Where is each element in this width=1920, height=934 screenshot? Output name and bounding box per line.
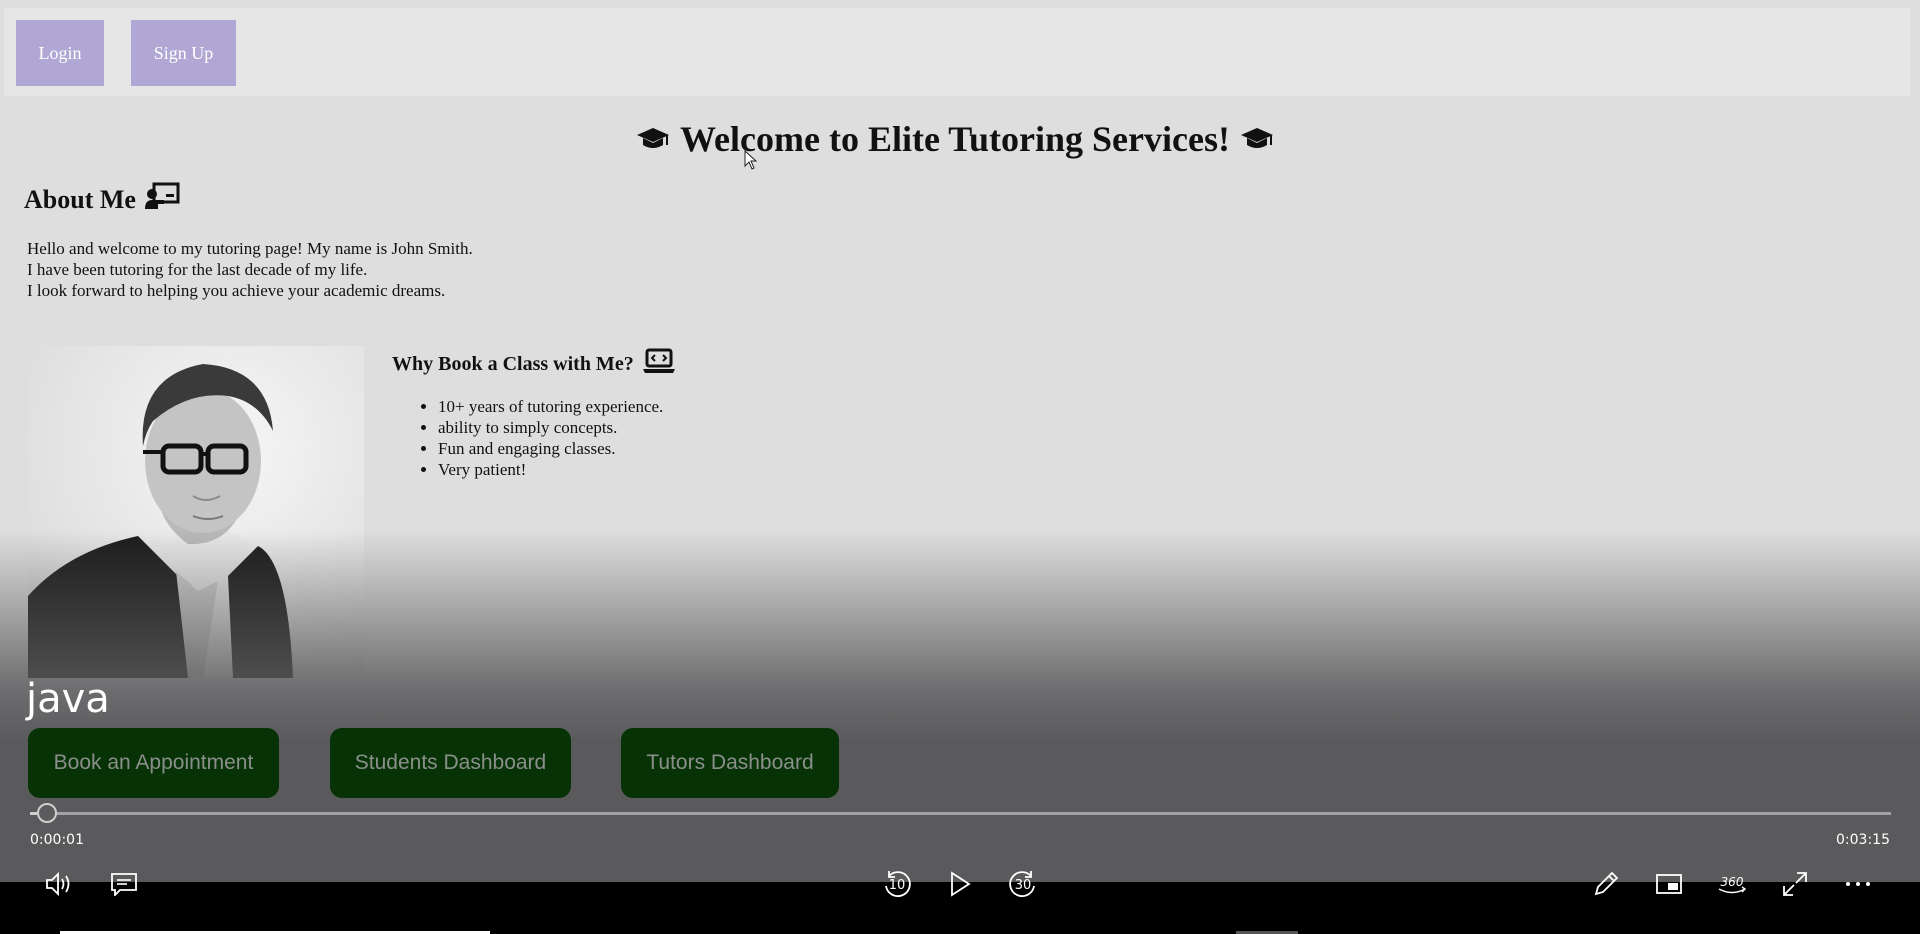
teacher-board-icon [144, 182, 180, 217]
mini-view-icon [1655, 873, 1683, 895]
pen-button[interactable] [1586, 864, 1626, 904]
list-item: Fun and engaging classes. [438, 438, 663, 459]
top-nav-bar: Login Sign Up [4, 8, 1910, 96]
forward-30-label: 30 [1014, 878, 1032, 893]
about-heading-text: About Me [24, 184, 136, 214]
more-options-button[interactable] [1838, 864, 1878, 904]
about-text: Hello and welcome to my tutoring page! M… [27, 238, 473, 301]
graduation-cap-icon [636, 126, 670, 152]
laptop-code-icon [642, 348, 676, 380]
view-360-icon: 360 [1716, 872, 1748, 896]
mouse-cursor-icon [744, 149, 758, 175]
web-page: Login Sign Up Welcome to Elite Tutoring … [0, 0, 1920, 882]
captions-icon [110, 872, 138, 896]
list-item: 10+ years of tutoring experience. [438, 396, 663, 417]
forward-30-button[interactable]: 30 [1003, 864, 1043, 904]
page-title: Welcome to Elite Tutoring Services! [0, 118, 1910, 160]
play-icon [948, 871, 972, 897]
students-dashboard-button[interactable]: Students Dashboard [330, 728, 571, 798]
total-time: 0:03:15 [1836, 832, 1890, 848]
about-line: I look forward to helping you achieve yo… [27, 281, 446, 300]
rewind-10-button[interactable]: 10 [877, 864, 917, 904]
book-appointment-button[interactable]: Book an Appointment [28, 728, 279, 798]
about-line: Hello and welcome to my tutoring page! M… [27, 239, 473, 258]
list-item: ability to simply concepts. [438, 417, 663, 438]
why-book-list: 10+ years of tutoring experience. abilit… [413, 396, 663, 480]
tutors-dashboard-button[interactable]: Tutors Dashboard [621, 728, 839, 798]
about-heading: About Me [24, 182, 180, 217]
rewind-10-label: 10 [888, 878, 906, 893]
why-book-heading-text: Why Book a Class with Me? [392, 352, 634, 375]
video-title: java [26, 676, 110, 722]
mini-view-button[interactable] [1649, 864, 1689, 904]
pen-icon [1592, 870, 1620, 898]
signup-button[interactable]: Sign Up [131, 20, 236, 86]
fullscreen-icon [1782, 871, 1808, 897]
view-360-button[interactable]: 360 [1712, 864, 1752, 904]
list-item: Very patient! [438, 459, 663, 480]
login-button[interactable]: Login [16, 20, 104, 86]
play-button[interactable] [940, 864, 980, 904]
rewind-10-icon: 10 [881, 868, 913, 900]
seek-thumb[interactable] [37, 803, 57, 823]
seek-bar[interactable] [30, 812, 1891, 815]
page-title-text: Welcome to Elite Tutoring Services! [680, 119, 1230, 159]
graduation-cap-icon [1240, 126, 1274, 152]
captions-button[interactable] [104, 864, 144, 904]
forward-30-icon: 30 [1007, 868, 1039, 900]
tutor-portrait [28, 346, 364, 678]
about-line: I have been tutoring for the last decade… [27, 260, 368, 279]
why-book-heading: Why Book a Class with Me? [392, 348, 676, 380]
current-time: 0:00:01 [30, 832, 84, 848]
fullscreen-button[interactable] [1775, 864, 1815, 904]
volume-icon [45, 871, 75, 897]
more-icon [1844, 880, 1872, 888]
volume-button[interactable] [40, 864, 80, 904]
